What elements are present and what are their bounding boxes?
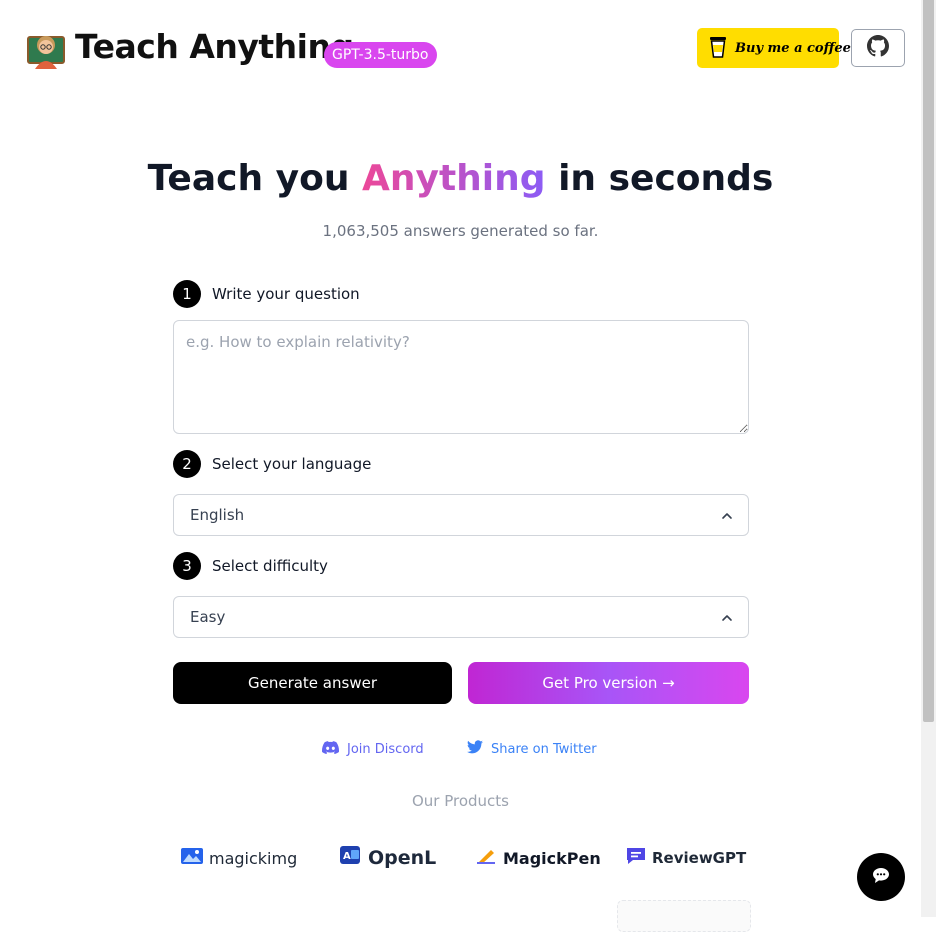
chat-bubble-icon (872, 867, 890, 888)
product-reviewgpt[interactable]: ReviewGPT (626, 845, 746, 871)
twitter-icon (467, 740, 483, 758)
hero-title-suffix: in seconds (545, 158, 774, 199)
teacher-logo-icon (26, 29, 66, 69)
github-icon (867, 35, 889, 61)
magickimg-logo-icon (181, 848, 203, 868)
scrollbar-thumb[interactable] (923, 0, 934, 722)
get-pro-version-button[interactable]: Get Pro version → (468, 662, 749, 704)
product-card-placeholder (617, 900, 751, 932)
difficulty-select[interactable]: Easy (173, 596, 749, 638)
chat-widget-button[interactable] (857, 853, 905, 901)
step-3-label: Select difficulty (212, 557, 328, 575)
our-products-title: Our Products (411, 792, 510, 810)
hero-title-prefix: Teach you (147, 158, 363, 199)
product-name: OpenL (368, 847, 437, 869)
language-select-value: English (190, 506, 245, 524)
share-on-twitter-label: Share on Twitter (491, 741, 597, 757)
product-name: ReviewGPT (652, 849, 747, 867)
question-input[interactable] (173, 320, 749, 434)
product-name: magickimg (209, 848, 298, 868)
discord-icon (322, 740, 340, 758)
openl-logo-icon: A (340, 846, 362, 870)
generate-answer-button[interactable]: Generate answer (173, 662, 452, 704)
step-1-number: 1 (173, 280, 201, 308)
join-discord-label: Join Discord (347, 741, 424, 757)
hero-title-highlight: Anything (362, 158, 546, 199)
reviewgpt-logo-icon (626, 847, 646, 869)
model-badge: GPT-3.5-turbo (324, 42, 437, 68)
product-magickpen[interactable]: MagickPen (477, 845, 601, 871)
step-3-number: 3 (173, 552, 201, 580)
join-discord-link[interactable]: Join Discord (322, 739, 424, 759)
magickpen-logo-icon (477, 848, 497, 868)
step-2-number: 2 (173, 450, 201, 478)
coffee-label: Buy me a coffee (735, 40, 851, 56)
step-2-label: Select your language (212, 455, 372, 473)
svg-text:A: A (343, 851, 351, 862)
product-openl[interactable]: A OpenL (340, 845, 436, 871)
product-name: MagickPen (503, 848, 601, 868)
difficulty-select-value: Easy (190, 608, 226, 626)
github-button[interactable] (851, 29, 905, 67)
coffee-cup-icon (709, 34, 727, 62)
chevron-up-icon (720, 508, 734, 522)
chevron-up-icon (720, 610, 734, 624)
language-select[interactable]: English (173, 494, 749, 536)
share-on-twitter-link[interactable]: Share on Twitter (467, 739, 597, 759)
product-magickimg[interactable]: magickimg (181, 845, 297, 871)
answers-counter: 1,063,505 answers generated so far. (322, 222, 599, 240)
hero-title: Teach you Anything in seconds (0, 158, 921, 199)
buy-me-a-coffee-button[interactable]: Buy me a coffee (697, 28, 851, 68)
app-title: Teach Anything (75, 27, 354, 66)
step-1-label: Write your question (212, 285, 360, 303)
